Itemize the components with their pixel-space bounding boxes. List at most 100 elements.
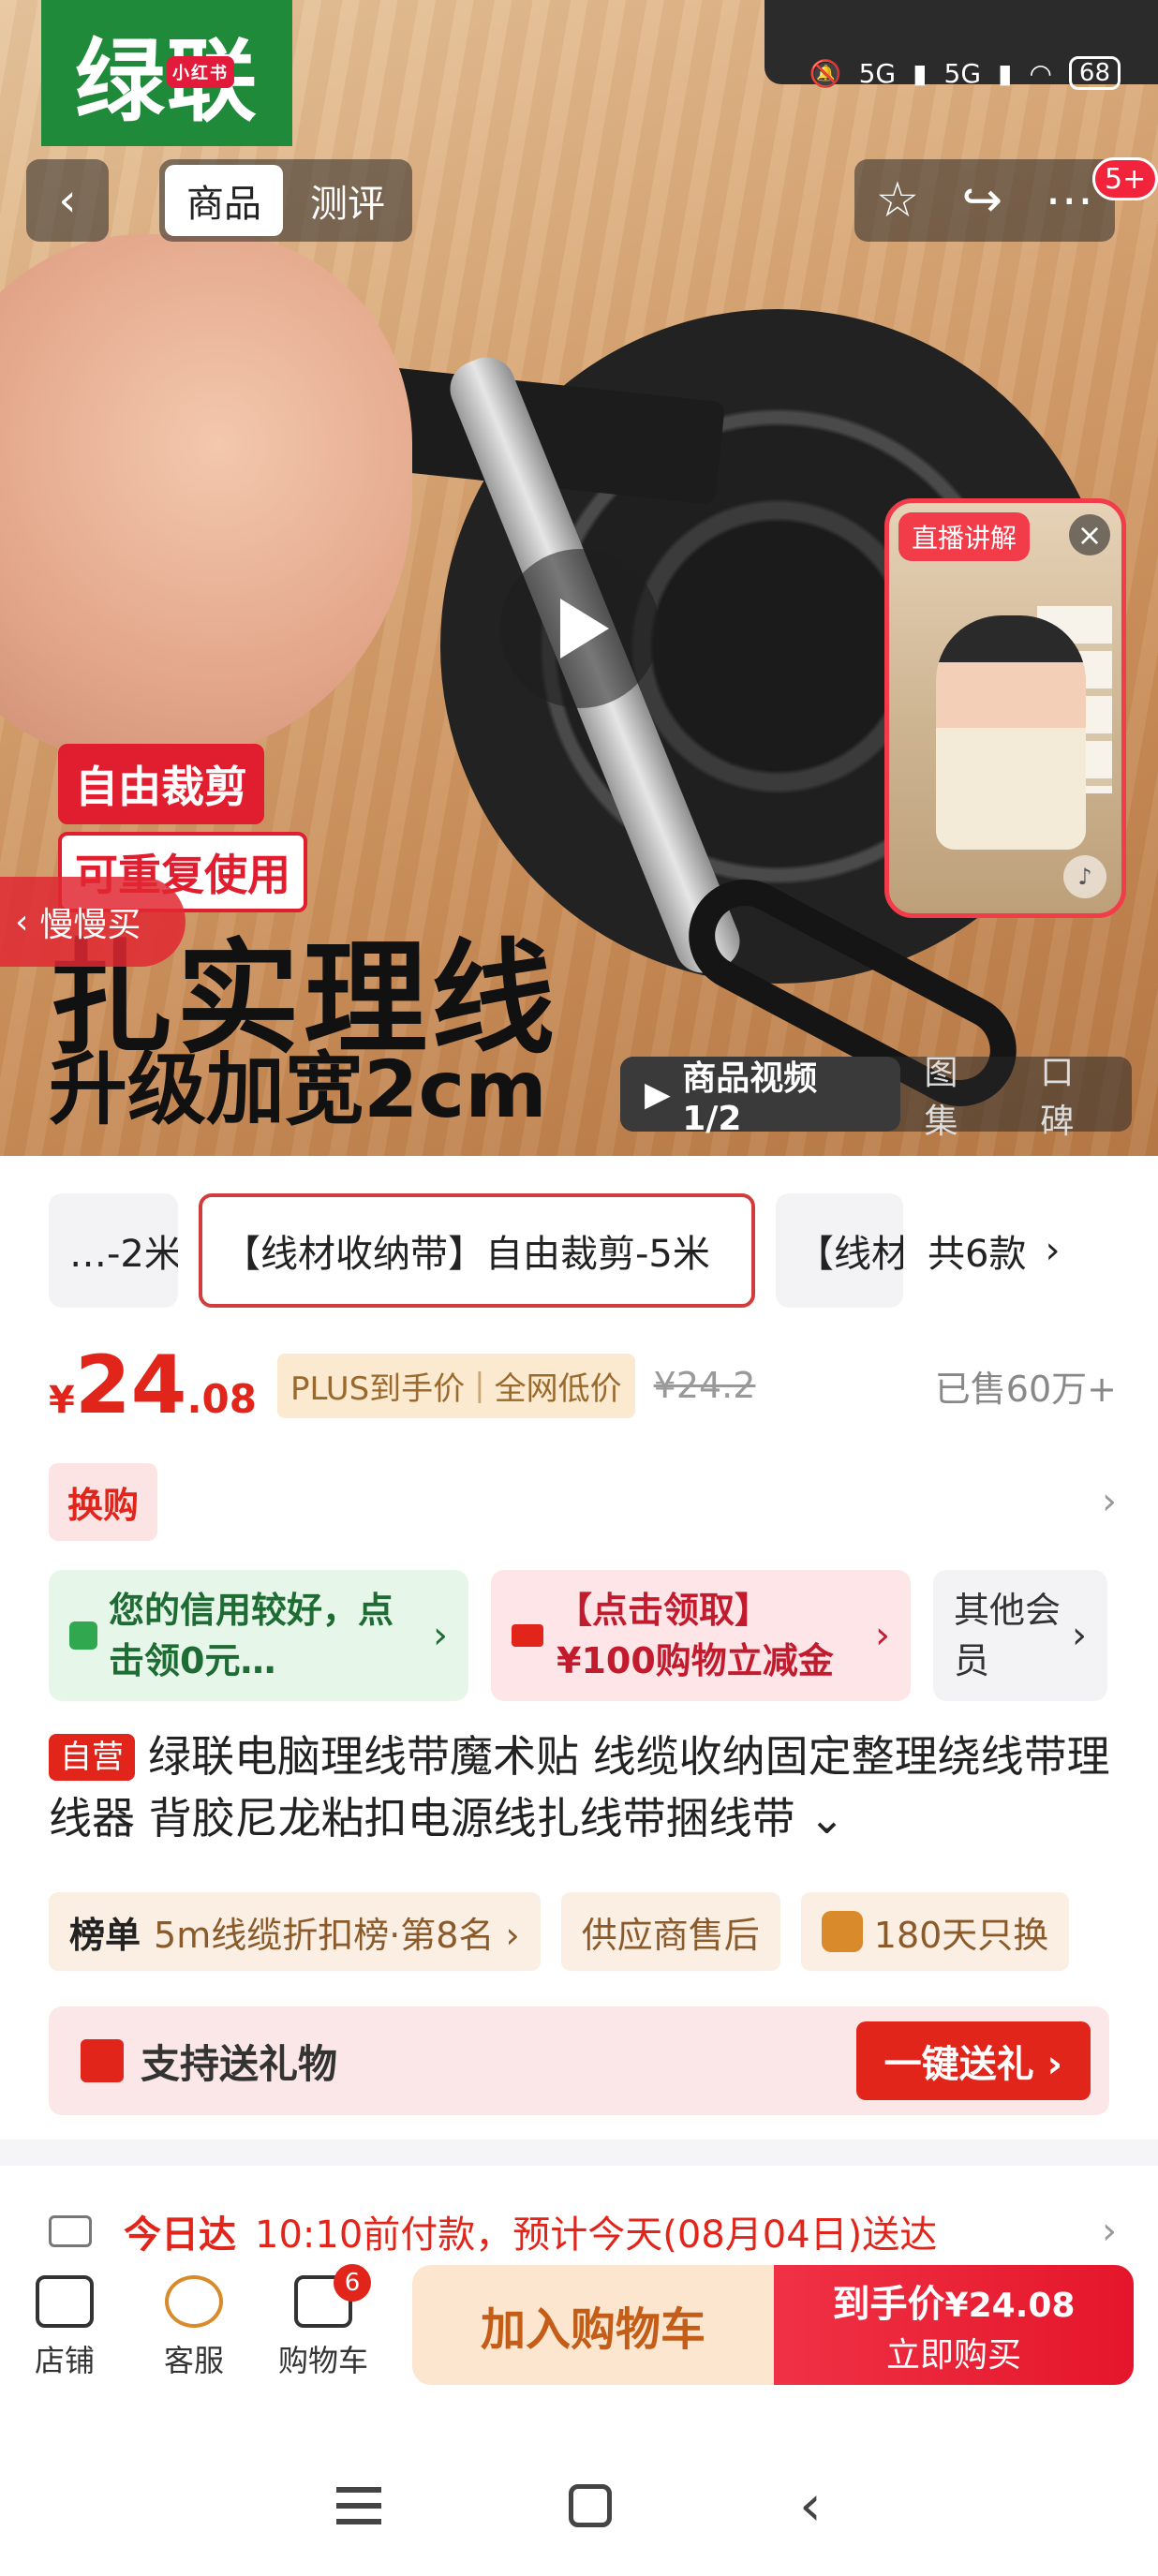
info-chips: 榜单 5m线缆折扣榜·第8名 › 供应商售后 180天只换	[49, 1892, 1158, 1971]
delivery-today-label: 今日达	[124, 2213, 236, 2257]
play-video-button[interactable]	[500, 549, 660, 708]
sold-count: 已售60万+	[934, 1368, 1117, 1410]
service-button[interactable]: 客服	[129, 2275, 259, 2380]
back-icon[interactable]: ‹	[799, 2473, 822, 2539]
live-tag: 直播讲解	[898, 512, 1031, 561]
ranking-chip-label: 榜单	[69, 1914, 141, 1956]
star-icon[interactable]: ☆	[876, 172, 920, 229]
more-icon[interactable]: ⋯	[1045, 172, 1093, 229]
header-actions: ☆ ↪ ⋯	[854, 159, 1115, 242]
chevron-right-icon: ›	[1102, 2210, 1117, 2253]
presenter-image	[936, 615, 1086, 850]
current-price: ¥ 24 .08	[49, 1339, 257, 1432]
swap-tag: 换购	[49, 1462, 158, 1541]
shield-icon	[821, 1911, 863, 1952]
tab-reputation[interactable]: 口碑	[1016, 1045, 1132, 1143]
media-tabs: ▶ 商品视频1/2 图集 口碑	[620, 1054, 1132, 1141]
credit-benefit-text: 您的信用较好，点击领0元…	[109, 1590, 394, 1681]
back-button[interactable]: ‹	[26, 159, 109, 242]
notification-badge: 5+	[1092, 157, 1158, 200]
cart-count-badge: 6	[334, 2264, 371, 2302]
badge-divider: |	[474, 1367, 485, 1404]
signal-icon: ▮	[913, 57, 928, 89]
credit-benefit-card[interactable]: 您的信用较好，点击领0元… ›	[49, 1570, 468, 1701]
plus-sub: 全网低价	[494, 1369, 622, 1408]
price-decimal: .08	[186, 1376, 257, 1422]
card-icon	[512, 1624, 543, 1647]
share-icon[interactable]: ↪	[962, 172, 1003, 229]
network-5g-2: 5G	[943, 57, 982, 89]
delivery-message: 10:10前付款，预计今天(08月04日)送达	[255, 2213, 938, 2257]
chevron-right-icon: ›	[1072, 1614, 1087, 1657]
chevron-right-icon: ›	[1102, 1480, 1117, 1523]
swap-row[interactable]: 换购 ›	[49, 1461, 1117, 1542]
original-price: ¥24.2	[653, 1365, 756, 1406]
service-label: 客服	[163, 2343, 224, 2378]
slow-buy-button[interactable]: ‹ 慢慢买	[0, 877, 186, 967]
mute-icon: 🔕	[809, 57, 842, 89]
product-title[interactable]: 自营 绿联电脑理线带魔术贴 线缆收纳固定整理绕线带理线器 背胶尼龙粘扣电源线扎线带…	[49, 1725, 1117, 1849]
sku-option[interactable]: …-2米	[49, 1193, 178, 1308]
recent-apps-icon[interactable]	[336, 2487, 381, 2524]
tab-video-label: 商品视频1/2	[682, 1059, 818, 1138]
cart-button[interactable]: 6 购物车	[259, 2264, 388, 2380]
tab-video[interactable]: ▶ 商品视频1/2	[620, 1057, 900, 1138]
sku-option-selected[interactable]: 【线材收纳带】自由裁剪-5米	[199, 1193, 755, 1308]
chevron-right-icon: ›	[433, 1614, 448, 1657]
chevron-right-icon: ›	[875, 1614, 890, 1657]
hero-subline: 升级加宽2cm	[49, 1044, 547, 1135]
price-symbol: ¥	[49, 1379, 75, 1422]
slow-buy-label: 慢慢买	[39, 906, 141, 944]
gift-bar: 支持送礼物 一键送礼 ›	[49, 2006, 1109, 2115]
member-benefit-card[interactable]: 其他会员 ›	[933, 1570, 1107, 1701]
member-benefit-text: 其他会员	[954, 1590, 1062, 1681]
buy-price-line: 到手价¥24.08	[833, 2273, 1076, 2328]
chevron-left-icon: ‹	[58, 174, 77, 227]
send-gift-button[interactable]: 一键送礼 ›	[855, 2021, 1091, 2100]
network-5g-1: 5G	[858, 57, 897, 89]
buy-price-label: 到手价	[832, 2283, 945, 2326]
coupon-benefit-card[interactable]: 【点击领取】¥100购物立减金 ›	[491, 1570, 911, 1701]
exchange-chip-text: 180天只换	[873, 1914, 1049, 1956]
live-stream-card[interactable]: 直播讲解 × ♪	[884, 498, 1126, 918]
gift-label: 支持送礼物	[141, 2040, 338, 2087]
store-label: 店铺	[34, 2343, 95, 2378]
cart-label: 购物车	[277, 2343, 368, 2378]
promo-line-1: 自由裁剪	[58, 744, 264, 824]
tab-gallery[interactable]: 图集	[900, 1045, 1017, 1143]
sku-more[interactable]: 共6款 ›	[928, 1193, 1060, 1308]
bag-icon	[69, 1621, 97, 1650]
close-icon[interactable]: ×	[1069, 514, 1110, 555]
section-divider	[0, 2139, 1158, 2166]
signal-icon: ▮	[998, 57, 1013, 89]
store-button[interactable]: 店铺	[0, 2275, 129, 2380]
supplier-aftersale-chip[interactable]: 供应商售后	[560, 1892, 780, 1971]
sku-option[interactable]: 【线材	[776, 1193, 903, 1308]
add-to-cart-button[interactable]: 加入购物车	[412, 2265, 774, 2385]
tab-review[interactable]: 测评	[289, 165, 407, 236]
sku-selector: …-2米 【线材收纳带】自由裁剪-5米 【线材 共6款 ›	[0, 1193, 1158, 1310]
buy-price: ¥24.08	[944, 2287, 1076, 2325]
play-icon	[560, 599, 609, 659]
wifi-icon: ◠	[1029, 57, 1052, 89]
home-icon[interactable]	[569, 2484, 612, 2527]
ranking-chip[interactable]: 榜单 5m线缆折扣榜·第8名 ›	[49, 1892, 541, 1971]
buy-now-button[interactable]: 到手价¥24.08 立即购买	[774, 2265, 1134, 2385]
chevron-left-icon: ‹	[15, 902, 29, 941]
gift-icon	[81, 2039, 124, 2082]
benefit-cards: 您的信用较好，点击领0元… › 【点击领取】¥100购物立减金 › 其他会员 ›	[49, 1570, 1117, 1701]
plus-label: PLUS到手价	[290, 1369, 466, 1408]
product-title-text: 绿联电脑理线带魔术贴 线缆收纳固定整理绕线带理线器 背胶尼龙粘扣电源线扎线带捆线…	[49, 1731, 1110, 1843]
chevron-right-icon: ›	[1045, 1229, 1061, 1272]
truck-icon	[49, 2215, 92, 2247]
system-navigation: ‹	[0, 2435, 1158, 2576]
tab-product[interactable]: 商品	[165, 165, 283, 236]
speaker-icon[interactable]: ♪	[1063, 855, 1106, 898]
exchange-chip[interactable]: 180天只换	[800, 1892, 1070, 1971]
store-icon	[36, 2275, 94, 2328]
plus-price-badge[interactable]: PLUS到手价 | 全网低价	[276, 1353, 635, 1418]
chevron-down-icon[interactable]: ⌄	[809, 1793, 845, 1843]
customer-service-icon	[165, 2275, 223, 2328]
price-row: ¥ 24 .08 PLUS到手价 | 全网低价 ¥24.2 已售60万+	[49, 1334, 1117, 1437]
self-operated-tag: 自营	[49, 1734, 135, 1781]
